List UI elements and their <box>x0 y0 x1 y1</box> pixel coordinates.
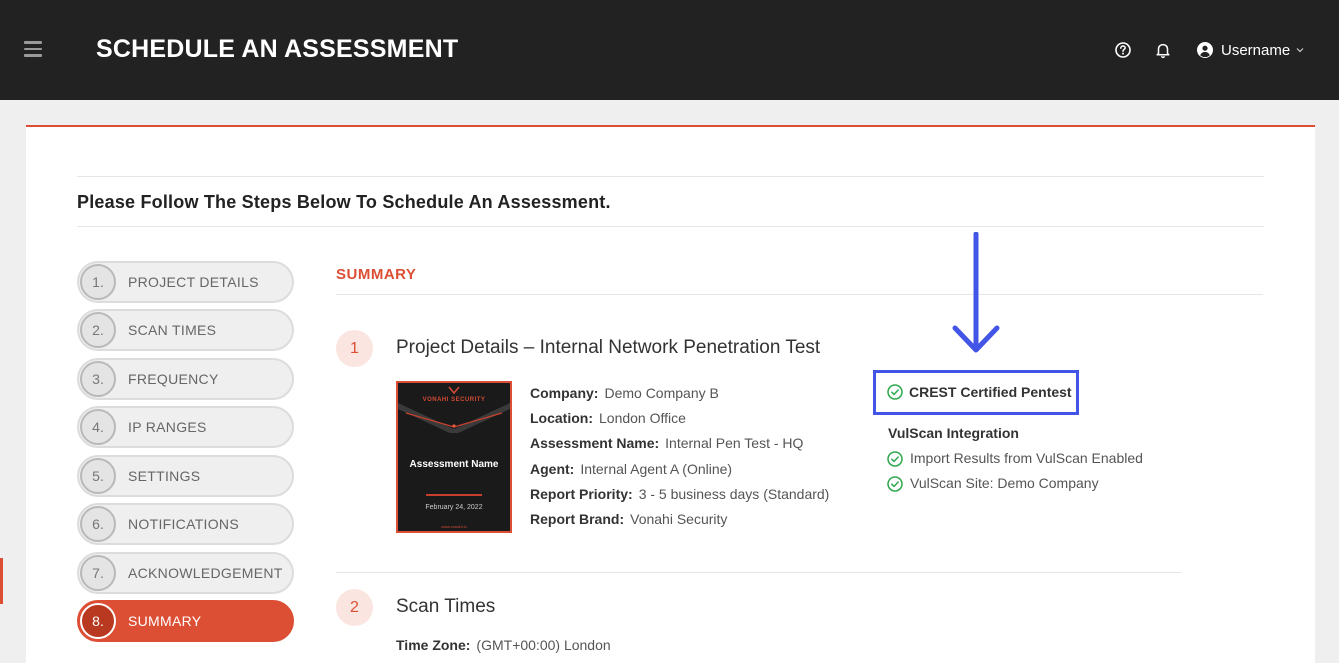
step-notifications[interactable]: 6. NOTIFICATIONS <box>77 503 294 545</box>
step-label: SUMMARY <box>128 613 202 629</box>
step-label: SCAN TIMES <box>128 322 217 338</box>
step-settings[interactable]: 5. SETTINGS <box>77 455 294 497</box>
step-number: 2. <box>80 312 116 348</box>
report-cover-thumbnail: VONAHI SECURITY Assessment Name February… <box>396 381 512 533</box>
step-label: IP RANGES <box>128 419 207 435</box>
divider <box>336 294 1263 295</box>
check-circle-icon <box>887 476 903 492</box>
divider <box>77 176 1264 177</box>
user-menu[interactable]: Username <box>1197 40 1305 60</box>
step-label: SETTINGS <box>128 468 201 484</box>
left-edge-accent <box>0 558 3 604</box>
step-number: 8. <box>80 603 116 639</box>
section-title-project-details: Project Details – Internal Network Penet… <box>396 337 821 358</box>
chevron-down-icon <box>1296 48 1304 53</box>
section-number-badge: 2 <box>336 589 373 626</box>
hamburger-menu-icon[interactable] <box>24 41 42 57</box>
step-number: 7. <box>80 555 116 591</box>
page-title: SCHEDULE AN ASSESSMENT <box>96 35 459 63</box>
step-acknowledgement[interactable]: 7. ACKNOWLEDGEMENT <box>77 552 294 594</box>
section-number-badge: 1 <box>336 330 373 367</box>
vulscan-import-status: Import Results from VulScan Enabled <box>910 450 1143 466</box>
check-circle-icon <box>887 384 903 400</box>
step-project-details[interactable]: 1. PROJECT DETAILS <box>77 261 294 303</box>
step-label: NOTIFICATIONS <box>128 516 239 532</box>
field-company: Company: Demo Company B <box>530 385 719 401</box>
field-report-brand: Report Brand: Vonahi Security <box>530 511 728 527</box>
vulscan-heading: VulScan Integration <box>888 425 1019 441</box>
page-heading: Please Follow The Steps Below To Schedul… <box>77 192 611 212</box>
help-circle-icon[interactable] <box>1114 41 1132 59</box>
crest-certified-label: CREST Certified Pentest <box>909 384 1072 400</box>
divider <box>336 572 1181 573</box>
step-number: 1. <box>80 264 116 300</box>
cover-date: February 24, 2022 <box>425 504 483 511</box>
field-agent: Agent: Internal Agent A (Online) <box>530 461 733 477</box>
step-frequency[interactable]: 3. FREQUENCY <box>77 358 294 400</box>
step-label: FREQUENCY <box>128 371 219 387</box>
cover-divider <box>426 494 482 496</box>
cover-url: www.vonahi.io <box>441 524 467 529</box>
field-report-priority: Report Priority: 3 - 5 business days (Sta… <box>530 486 830 502</box>
step-ip-ranges[interactable]: 4. IP RANGES <box>77 406 294 448</box>
field-assessment-name: Assessment Name: Internal Pen Test - HQ <box>530 435 804 451</box>
annotation-arrow-icon <box>952 232 1000 353</box>
username-label: Username <box>1221 41 1291 59</box>
top-navigation-bar: SCHEDULE AN ASSESSMENT Username <box>0 0 1339 100</box>
step-number: 6. <box>80 506 116 542</box>
vulscan-site: VulScan Site: Demo Company <box>910 475 1099 491</box>
field-location: Location: London Office <box>530 410 686 426</box>
cover-title: Assessment Name <box>409 459 499 470</box>
step-label: ACKNOWLEDGEMENT <box>128 565 283 581</box>
step-label: PROJECT DETAILS <box>128 274 259 290</box>
field-time-zone: Time Zone: (GMT+00:00) London <box>396 637 611 653</box>
divider <box>77 226 1264 227</box>
section-title-scan-times: Scan Times <box>396 596 496 617</box>
step-scan-times[interactable]: 2. SCAN TIMES <box>77 309 294 351</box>
cover-chevron-graphic <box>398 386 510 433</box>
summary-title: SUMMARY <box>336 266 417 283</box>
step-number: 4. <box>80 409 116 445</box>
user-circle-icon <box>1197 42 1213 58</box>
step-number: 3. <box>80 361 116 397</box>
bell-icon[interactable] <box>1154 41 1172 59</box>
cover-brand: VONAHI SECURITY <box>422 397 486 403</box>
check-circle-icon <box>887 451 903 467</box>
step-number: 5. <box>80 458 116 494</box>
step-summary[interactable]: 8. SUMMARY <box>77 600 294 642</box>
